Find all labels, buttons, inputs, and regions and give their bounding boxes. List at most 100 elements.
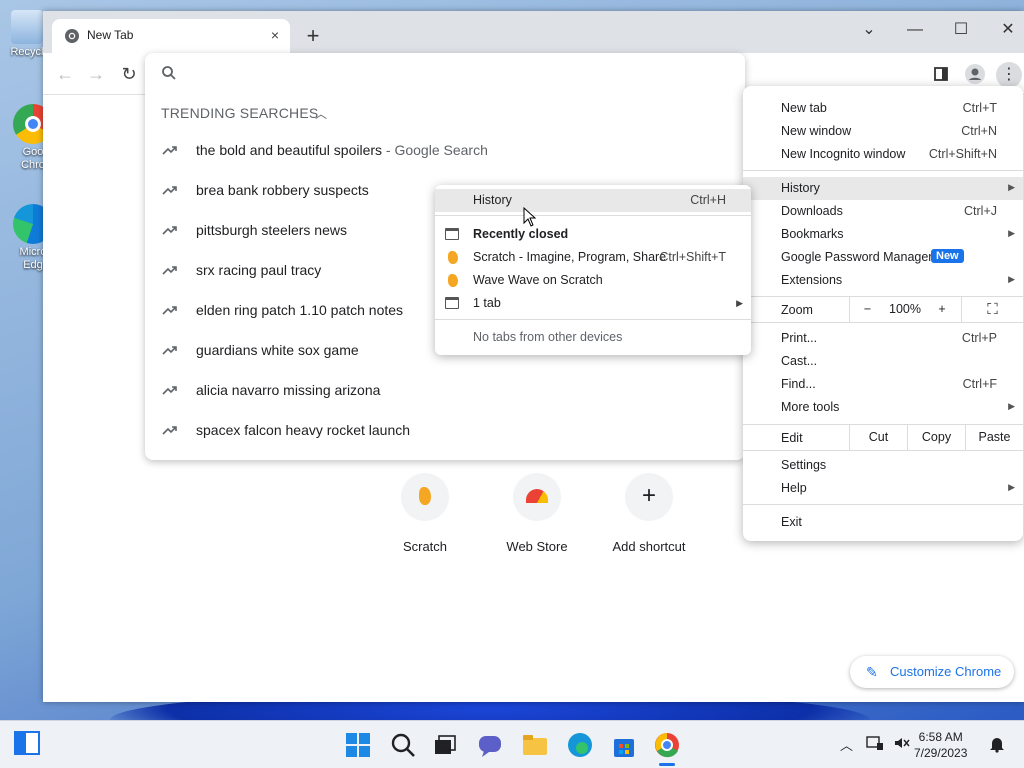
clock[interactable]: 6:58 AM 7/29/2023 [914,729,967,761]
menu-label: More tools [781,400,840,414]
side-panel-icon[interactable] [934,67,948,81]
suggestion-suffix: - Google Search [382,142,488,158]
no-tabs-message: No tabs from other devices [473,330,623,344]
recently-closed-header: Recently closed [435,223,751,246]
web-store-icon [513,473,561,521]
zoom-out-button[interactable]: − [849,297,885,322]
trending-icon [162,386,177,395]
menu-label: History [473,193,512,207]
menu-item-new-tab[interactable]: New tab Ctrl+T [743,97,1023,120]
tab-close-icon[interactable]: × [266,26,284,44]
submenu-arrow-icon: ▶ [1008,182,1015,192]
new-badge: New [931,249,964,263]
shortcut-label: Add shortcut [612,539,686,554]
omnibox-input[interactable] [189,59,729,87]
shortcut-label: Web Store [506,539,568,554]
menu-separator [743,504,1023,505]
shortcut-web-store[interactable]: Web Store [481,473,593,554]
time-label: 6:58 AM [918,730,963,744]
menu-item-extensions[interactable]: Extensions ▶ [743,269,1023,292]
chrome-taskbar-icon[interactable] [653,731,681,766]
forward-arrow-icon[interactable]: → [84,62,108,86]
menu-item-bookmarks[interactable]: Bookmarks ▶ [743,223,1023,246]
menu-label: Downloads [781,204,843,218]
taskbar: ︿ 6:58 AM 7/29/2023 [0,720,1024,768]
active-indicator [659,763,675,766]
close-window-button[interactable]: ✕ [993,17,1023,43]
customize-chrome-button[interactable]: ✎ Customize Chrome [850,656,1014,688]
menu-item-print[interactable]: Print... Ctrl+P [743,327,1023,350]
widgets-icon[interactable] [14,731,42,759]
menu-separator [435,319,751,320]
profile-avatar-icon[interactable] [965,64,985,84]
search-icon [162,66,176,80]
menu-label: Bookmarks [781,227,844,241]
menu-item-exit[interactable]: Exit [743,511,1023,534]
submenu-item-wave-wave[interactable]: Wave Wave on Scratch [435,269,751,292]
chevron-up-icon[interactable]: ︿ [315,105,329,121]
suggestion-row[interactable]: spacex falcon heavy rocket launch [145,411,745,451]
submenu-arrow-icon: ▶ [1008,482,1015,492]
network-icon[interactable] [866,735,884,751]
submenu-item-1-tab[interactable]: 1 tab ▶ [435,292,751,315]
file-explorer-icon[interactable] [521,731,549,759]
chevron-up-icon[interactable]: ︿ [840,735,853,754]
kebab-menu-icon[interactable]: ⋮ [996,62,1022,88]
menu-item-password-manager[interactable]: Google Password Manager New [743,246,1023,269]
shortcut-add[interactable]: + Add shortcut [593,473,705,554]
start-icon[interactable] [344,731,372,759]
menu-label: 1 tab [473,296,501,310]
menu-label: Scratch - Imagine, Program, Share [473,250,667,264]
menu-item-history[interactable]: History ▶ [743,177,1023,200]
suggestion-row[interactable]: alicia navarro missing arizona [145,371,745,411]
zoom-in-button[interactable]: + [925,297,959,322]
menu-label: Exit [781,515,802,529]
paste-button[interactable]: Paste [965,425,1023,450]
search-icon[interactable] [389,731,417,759]
submenu-arrow-icon: ▶ [1008,274,1015,284]
new-tab-button[interactable]: + [301,25,325,49]
chat-icon[interactable] [476,731,504,759]
submenu-arrow-icon: ▶ [1008,401,1015,411]
minimize-button[interactable]: — [900,17,930,43]
menu-item-new-incognito[interactable]: New Incognito window Ctrl+Shift+N [743,143,1023,166]
menu-item-cast[interactable]: Cast... [743,350,1023,373]
suggestion-text: srx racing paul tracy [196,262,322,278]
menu-item-new-window[interactable]: New window Ctrl+N [743,120,1023,143]
back-arrow-icon[interactable]: ← [53,62,77,86]
edge-icon[interactable] [566,731,594,759]
menu-label: Find... [781,377,816,391]
menu-item-downloads[interactable]: Downloads Ctrl+J [743,200,1023,223]
menu-item-find[interactable]: Find... Ctrl+F [743,373,1023,396]
tab-icon [445,228,459,240]
notification-icon[interactable] [988,735,1006,753]
tab-search-icon[interactable]: ⌄ [854,17,884,43]
menu-row-edit: Edit Cut Copy Paste [743,425,1023,450]
chrome-favicon-icon [65,29,79,43]
tab-title: New Tab [87,28,134,42]
suggestion-text: brea bank robbery suspects [196,182,369,198]
store-icon[interactable] [610,731,638,759]
scratch-icon [448,274,458,287]
shortcut-scratch[interactable]: Scratch [369,473,481,554]
menu-item-more-tools[interactable]: More tools ▶ [743,396,1023,419]
suggestion-text: spacex falcon heavy rocket launch [196,422,411,438]
suggestion-row[interactable]: the bold and beautiful spoilers - Google… [145,131,745,171]
tab-icon [445,297,459,309]
copy-button[interactable]: Copy [907,425,965,450]
tab-new-tab[interactable]: New Tab × [52,19,290,53]
reload-icon[interactable]: ↻ [117,62,141,86]
fullscreen-icon[interactable]: ⛶ [961,297,1023,322]
menu-shortcut: Ctrl+T [962,101,997,115]
submenu-item-history[interactable]: History Ctrl+H [435,189,751,212]
maximize-button[interactable]: ☐ [946,17,976,43]
volume-muted-icon[interactable] [893,735,911,751]
menu-item-settings[interactable]: Settings [743,454,1023,477]
task-view-icon[interactable] [431,731,459,759]
menu-item-help[interactable]: Help ▶ [743,477,1023,500]
submenu-item-scratch[interactable]: Scratch - Imagine, Program, Share Ctrl+Sh… [435,246,751,269]
menu-shortcut: Ctrl+F [962,377,997,391]
shortcut-label: Scratch [402,539,448,554]
menu-shortcut: Ctrl+Shift+T [659,250,726,264]
cut-button[interactable]: Cut [849,425,907,450]
